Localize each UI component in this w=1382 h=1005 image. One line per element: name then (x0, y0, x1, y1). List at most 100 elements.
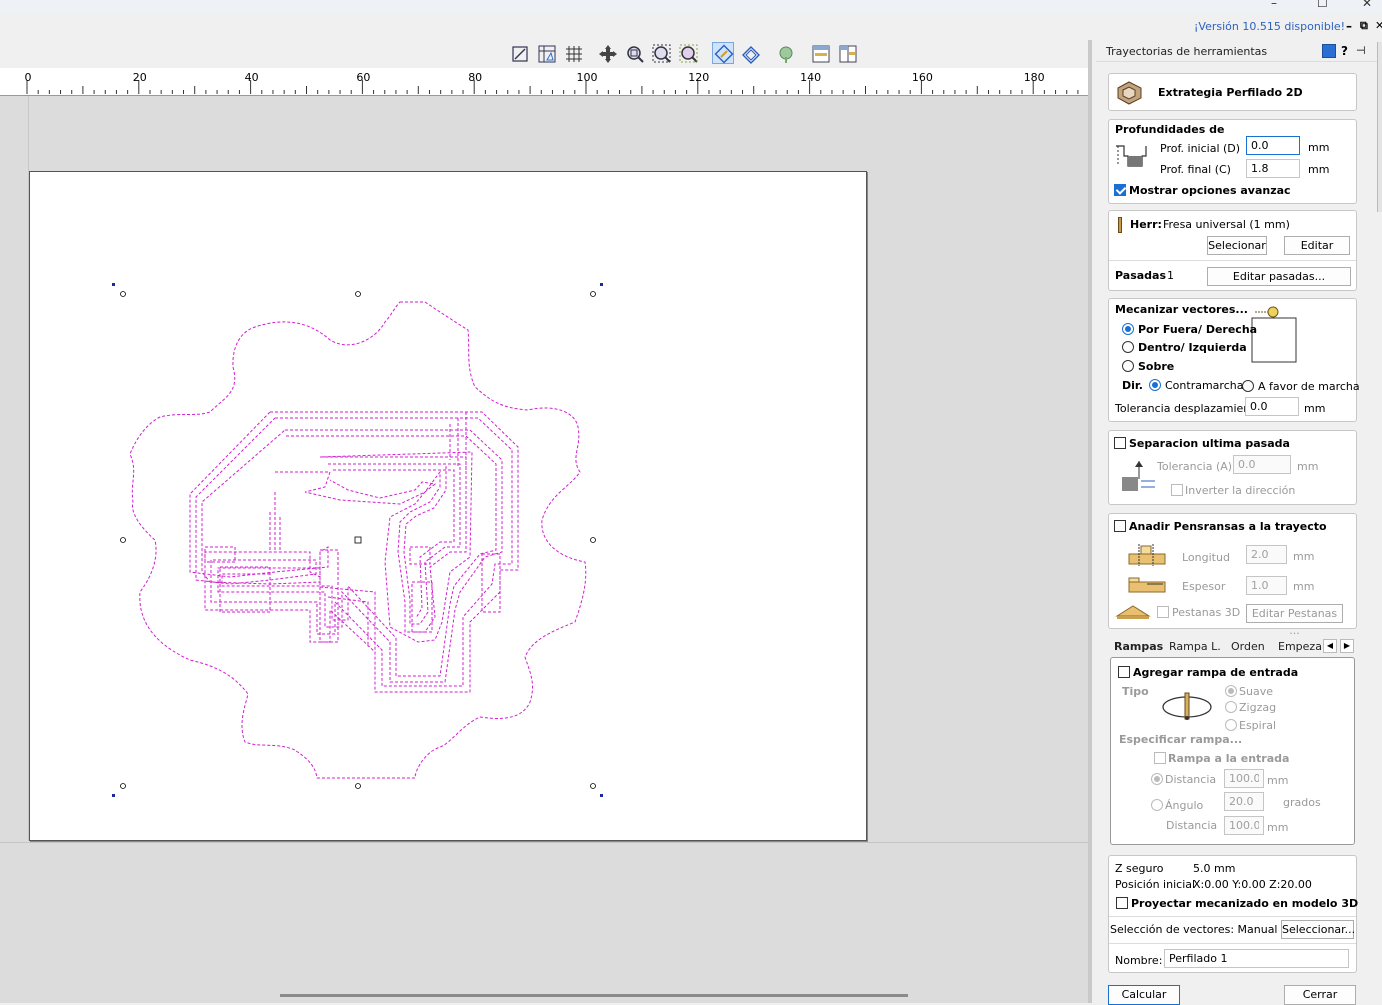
panel-pin-icon[interactable] (1322, 44, 1336, 58)
project-3d-label: Proyectar mecanizado en modelo 3D (1131, 897, 1359, 910)
restore-minimize-button[interactable]: – (1346, 19, 1352, 33)
tabs-3d-label: Pestanas 3D (1172, 606, 1241, 619)
side-tab-strip[interactable] (1377, 42, 1382, 212)
invert-direction-label: Inverter la dirección (1185, 484, 1296, 497)
tool-card: Herr: Fresa universal (1 mm) Selecionar … (1108, 210, 1357, 291)
ramp-spiral-radio[interactable] (1225, 719, 1237, 731)
tool-divider (1109, 260, 1356, 261)
calculate-button[interactable]: Calcular (1108, 985, 1180, 1005)
ruler-guides-icon[interactable] (535, 42, 557, 64)
add-tabs-checkbox[interactable] (1114, 520, 1126, 532)
offset-label: Tolerancia desplazamiento (1115, 402, 1262, 415)
toolpath-name-input[interactable] (1164, 949, 1349, 968)
project-3d-checkbox[interactable] (1116, 897, 1128, 909)
trace-right-vert-path (449, 412, 467, 472)
ramp-max-distance-unit: mm (1267, 821, 1289, 834)
ramp-distance-label: Distancia (1165, 773, 1217, 786)
minimize-button[interactable]: – (1271, 0, 1277, 10)
start-depth-input[interactable] (1246, 136, 1300, 155)
dock-icon[interactable]: ⊣ (1356, 44, 1366, 57)
select-tool-button[interactable]: Selecionar (1207, 236, 1267, 255)
zoom-fit-icon[interactable] (650, 42, 672, 64)
inside-left-label: Dentro/ Izquierda (1138, 341, 1247, 354)
select-vectors-button[interactable]: Seleccionar... (1281, 920, 1355, 939)
tab-lead-ramp[interactable]: Rampa L. (1165, 637, 1225, 657)
ramp-type-diagram-icon (1162, 692, 1212, 720)
separation-tolerance-unit: mm (1297, 460, 1319, 473)
on-line-radio[interactable] (1122, 360, 1134, 372)
add-ramp-checkbox[interactable] (1118, 666, 1130, 678)
separation-tolerance-input[interactable] (1233, 455, 1291, 474)
close-button[interactable]: Cerrar (1284, 985, 1356, 1005)
on-line-label: Sobre (1138, 360, 1175, 373)
grid-icon[interactable] (562, 42, 584, 64)
passes-label: Pasadas (1115, 269, 1167, 282)
advanced-options-checkbox[interactable] (1114, 184, 1126, 196)
tab-ramps[interactable]: Rampas (1110, 637, 1167, 657)
ruler-tick-label: 180 (1024, 71, 1045, 84)
zoom-box-icon[interactable] (623, 42, 645, 64)
strategy-title: Extrategia Perfilado 2D (1158, 86, 1303, 99)
toolpath-drawing[interactable] (30, 172, 868, 842)
layout-2d-icon[interactable] (809, 42, 831, 64)
outside-right-radio[interactable] (1122, 323, 1134, 335)
climb-radio[interactable] (1149, 379, 1161, 391)
tab-scroll-right-icon[interactable]: ▶ (1340, 639, 1354, 653)
machine-vectors-card: Mecanizar vectores... Por Fuera/ Derecha… (1108, 298, 1360, 422)
ramp-angle-radio[interactable] (1151, 799, 1163, 811)
tool-name: Fresa universal (1 mm) (1163, 218, 1290, 231)
tab-thickness-icon (1128, 577, 1166, 593)
tab-order[interactable]: Orden (1227, 637, 1269, 657)
tab-thickness-input[interactable] (1246, 576, 1287, 595)
conventional-radio[interactable] (1242, 380, 1254, 392)
pad-right-b-path (481, 553, 501, 613)
ramp-distance-radio[interactable] (1151, 773, 1163, 785)
zoom-all-icon[interactable] (677, 42, 699, 64)
snap-icon[interactable] (508, 42, 530, 64)
ramp-distance-input[interactable] (1224, 769, 1264, 788)
close-window-button[interactable]: ✕ (1362, 0, 1372, 10)
separation-checkbox[interactable] (1114, 437, 1126, 449)
tab-length-unit: mm (1293, 550, 1315, 563)
vertical-ruler-area (0, 96, 29, 841)
home-position-label: Posición inicial (1115, 878, 1196, 891)
view-strip (0, 16, 1090, 40)
inside-left-radio[interactable] (1122, 341, 1134, 353)
invert-direction-checkbox[interactable] (1171, 484, 1183, 496)
ramp-smooth-radio[interactable] (1225, 685, 1237, 697)
separation-diagram-icon (1122, 461, 1155, 491)
safe-z-value: 5.0 mm (1193, 862, 1236, 875)
specify-ramp-label: Especificar rampa... (1119, 733, 1243, 746)
maximize-button[interactable]: ☐ (1317, 0, 1328, 10)
ramp-zigzag-radio[interactable] (1225, 701, 1237, 713)
edit-passes-button[interactable]: Editar pasadas... (1207, 267, 1351, 286)
version-notice-link[interactable]: ¡Versión 10.515 disponible! (1194, 20, 1345, 33)
selection-handles (120, 291, 596, 789)
tab-start[interactable]: Empeza (1274, 637, 1326, 657)
tab-length-input[interactable] (1246, 545, 1287, 564)
tabs-3d-checkbox[interactable] (1157, 606, 1169, 618)
end-depth-input[interactable] (1246, 159, 1300, 178)
ramp-entry-checkbox[interactable] (1154, 752, 1166, 764)
window-titlebar: – ☐ ✕ (0, 0, 1382, 14)
pan-icon[interactable] (596, 42, 618, 64)
workspace-divider (0, 842, 1088, 843)
offset-input[interactable] (1245, 397, 1299, 416)
ramp-max-distance-input[interactable] (1224, 816, 1264, 835)
edit-tabs-button[interactable]: Editar Pestanas ... (1246, 604, 1343, 637)
add-ramp-label: Agregar rampa de entrada (1133, 666, 1299, 679)
help-icon[interactable]: ? (1341, 44, 1348, 58)
tab-scroll-left-icon[interactable]: ◀ (1323, 639, 1337, 653)
material-sheet[interactable] (29, 171, 867, 841)
vector-select-icon[interactable] (712, 42, 734, 64)
layout-split-icon[interactable] (836, 42, 858, 64)
edit-tool-button[interactable]: Editar (1284, 236, 1350, 255)
ramp-type-label: Tipo (1122, 685, 1149, 698)
3d-view-icon[interactable] (774, 42, 796, 64)
horizontal-scrollbar[interactable] (280, 994, 908, 997)
restore-close-button[interactable]: ✕ (1375, 19, 1382, 32)
holding-tabs-card: Anadir Pensransas a la trayecto Longitud… (1108, 513, 1357, 637)
restore-button[interactable]: ⧉ (1360, 19, 1368, 33)
ramp-angle-input[interactable] (1224, 792, 1264, 811)
node-edit-icon[interactable] (739, 42, 761, 64)
